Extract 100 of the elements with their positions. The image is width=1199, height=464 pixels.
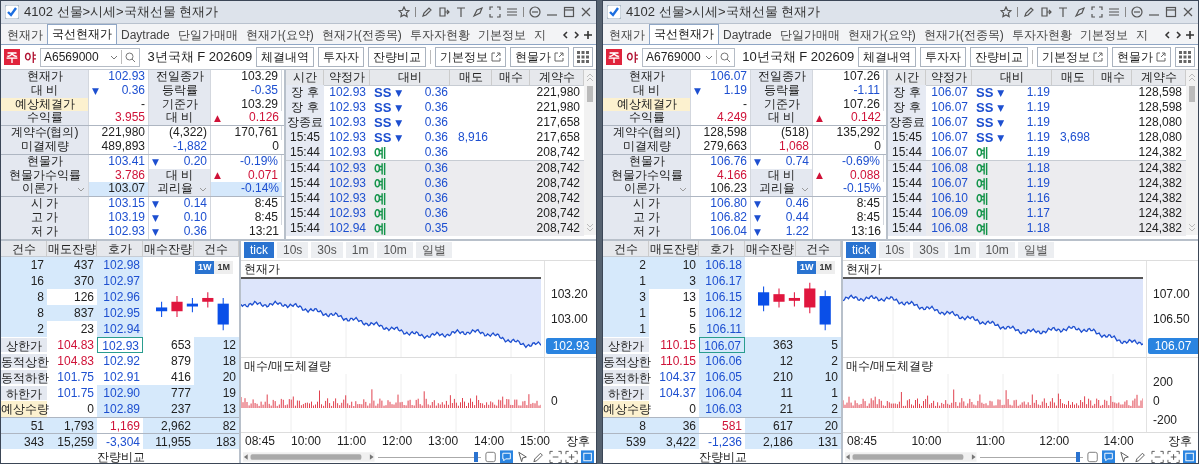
tab[interactable]: 현재가(전종목)	[919, 26, 1008, 44]
tab[interactable]: 현재가(요약)	[241, 26, 318, 44]
tab[interactable]: Daytrade	[719, 26, 776, 44]
range-toggle[interactable]: 1W	[797, 260, 817, 274]
tab[interactable]: 단일가매매	[173, 26, 242, 44]
change-arrow: ▼	[997, 132, 1005, 143]
trade-type-label: 예	[374, 206, 387, 221]
interval-tab[interactable]: 30s	[913, 242, 945, 259]
column-header: 매수	[492, 70, 530, 86]
field-label: 대 비	[149, 168, 211, 183]
change-arrow: ▼	[152, 199, 159, 210]
interval-tab[interactable]: tick	[244, 242, 274, 259]
trade-time: 장 후	[888, 85, 926, 100]
toolbar-button[interactable]: 잔량비교	[970, 47, 1029, 67]
toolbar-button[interactable]: 체결내역	[858, 47, 917, 67]
limit-price: 104.83	[56, 352, 95, 369]
field-label: 계약수(협의)	[603, 126, 691, 140]
limit-label: 동적하한	[1, 369, 47, 384]
time-label: 10:00	[291, 432, 321, 449]
change-value: 1.18	[1026, 161, 1051, 176]
trade-type-label: SS	[374, 100, 392, 115]
trade-time: 15:44	[286, 206, 324, 221]
tab[interactable]: Daytrade	[117, 26, 174, 44]
footer-label: 잔량비교	[97, 448, 143, 463]
tab[interactable]: 기본정보	[473, 26, 530, 44]
change-arrow: ▼	[395, 132, 403, 143]
chart-title: 매수/매도체결량	[243, 357, 333, 374]
interval-tab[interactable]: 10m	[979, 242, 1015, 259]
interval-tab[interactable]: 일별	[415, 242, 452, 259]
time-label: 11:00	[975, 432, 1005, 449]
tab[interactable]: 현재가(요약)	[843, 26, 920, 44]
change-value: 0.36	[424, 191, 449, 206]
field-value: -1.11	[813, 83, 884, 98]
axis-label: 0	[551, 393, 559, 408]
tab[interactable]: 투자자현황	[1007, 26, 1076, 44]
tab[interactable]: 지	[1131, 26, 1152, 44]
field-value: 1,068	[751, 140, 813, 154]
range-toggle[interactable]: 1W	[195, 260, 215, 274]
tab[interactable]: 지	[529, 26, 550, 44]
field-label: 시 가	[1, 197, 89, 211]
trade-price: 102.93	[328, 100, 367, 115]
trade-volume: 128,598	[1137, 100, 1183, 115]
trade-time: 15:44	[286, 161, 324, 176]
trade-price: 102.93	[328, 161, 367, 176]
trade-volume: 221,980	[535, 85, 581, 100]
code-field[interactable]: A6769000	[642, 47, 736, 67]
tab[interactable]: 현재가(전종목)	[317, 26, 406, 44]
range-toggle[interactable]: 1M	[816, 260, 835, 274]
interval-tab[interactable]: 10m	[377, 242, 413, 259]
trade-type-label: 예	[976, 206, 989, 221]
axis-label: 107.00	[1153, 287, 1191, 302]
field-value: -1,882	[149, 140, 211, 154]
tab[interactable]: 투자자현황	[405, 26, 474, 44]
order-count: 5	[796, 336, 841, 353]
change-arrow: ▲	[214, 113, 221, 124]
toolbar-button[interactable]: 현물가	[510, 47, 569, 67]
field-label: 괴리율	[758, 182, 795, 197]
range-toggle[interactable]: 1M	[214, 260, 233, 274]
change-arrow: ▼	[754, 199, 761, 210]
code-field[interactable]: A6569000	[40, 47, 141, 67]
trade-volume: 208,742	[535, 206, 581, 221]
toolbar-button[interactable]: 투자자	[920, 47, 967, 67]
trade-price: 102.93	[328, 191, 367, 206]
limit-price: 104.37	[658, 384, 697, 401]
trade-time: 15:44	[888, 145, 926, 160]
interval-tab[interactable]: tick	[846, 242, 876, 259]
change-arrow: ▼	[395, 87, 403, 98]
trade-time: 15:44	[888, 206, 926, 221]
tab[interactable]: 국선현재가	[649, 24, 719, 44]
toolbar-button[interactable]: 잔량비교	[368, 47, 427, 67]
bid-quantity: 879	[169, 352, 192, 369]
toolbar-button[interactable]: 현물가	[1112, 47, 1171, 67]
field-value: 8:45	[813, 197, 884, 211]
field-value: 106.04	[691, 224, 751, 239]
tab[interactable]: 현재가	[605, 26, 649, 44]
toolbar-button[interactable]: 체결내역	[256, 47, 315, 67]
tab[interactable]: 기본정보	[1075, 26, 1132, 44]
trade-time: 15:44	[286, 145, 324, 160]
trade-price: 102.93	[328, 115, 367, 130]
interval-tab[interactable]: 10s	[879, 242, 911, 259]
field-value: 8:45	[211, 210, 282, 225]
toolbar-button[interactable]: 투자자	[318, 47, 365, 67]
interval-tab[interactable]: 1m	[345, 242, 375, 259]
trade-volume: 124,382	[1137, 206, 1183, 221]
column-header: 대비	[370, 70, 450, 86]
interval-tab[interactable]: 10s	[277, 242, 309, 259]
tab[interactable]: 단일가매매	[775, 26, 844, 44]
toolbar-button[interactable]: 기본정보	[1037, 47, 1108, 67]
tab[interactable]: 국선현재가	[47, 24, 117, 44]
interval-tab[interactable]: 1m	[947, 242, 977, 259]
field-value: 0.126	[248, 111, 279, 126]
field-value: 0.46	[785, 197, 809, 211]
interval-tab[interactable]: 일별	[1017, 242, 1054, 259]
tab[interactable]: 현재가	[3, 26, 47, 44]
interval-tab[interactable]: 30s	[311, 242, 343, 259]
trade-type-label: 예	[374, 221, 387, 236]
trade-type-label: 예	[976, 145, 989, 160]
toolbar-button[interactable]: 기본정보	[435, 47, 506, 67]
change-arrow: ▼	[694, 85, 701, 96]
trade-volume: 208,742	[535, 191, 581, 206]
